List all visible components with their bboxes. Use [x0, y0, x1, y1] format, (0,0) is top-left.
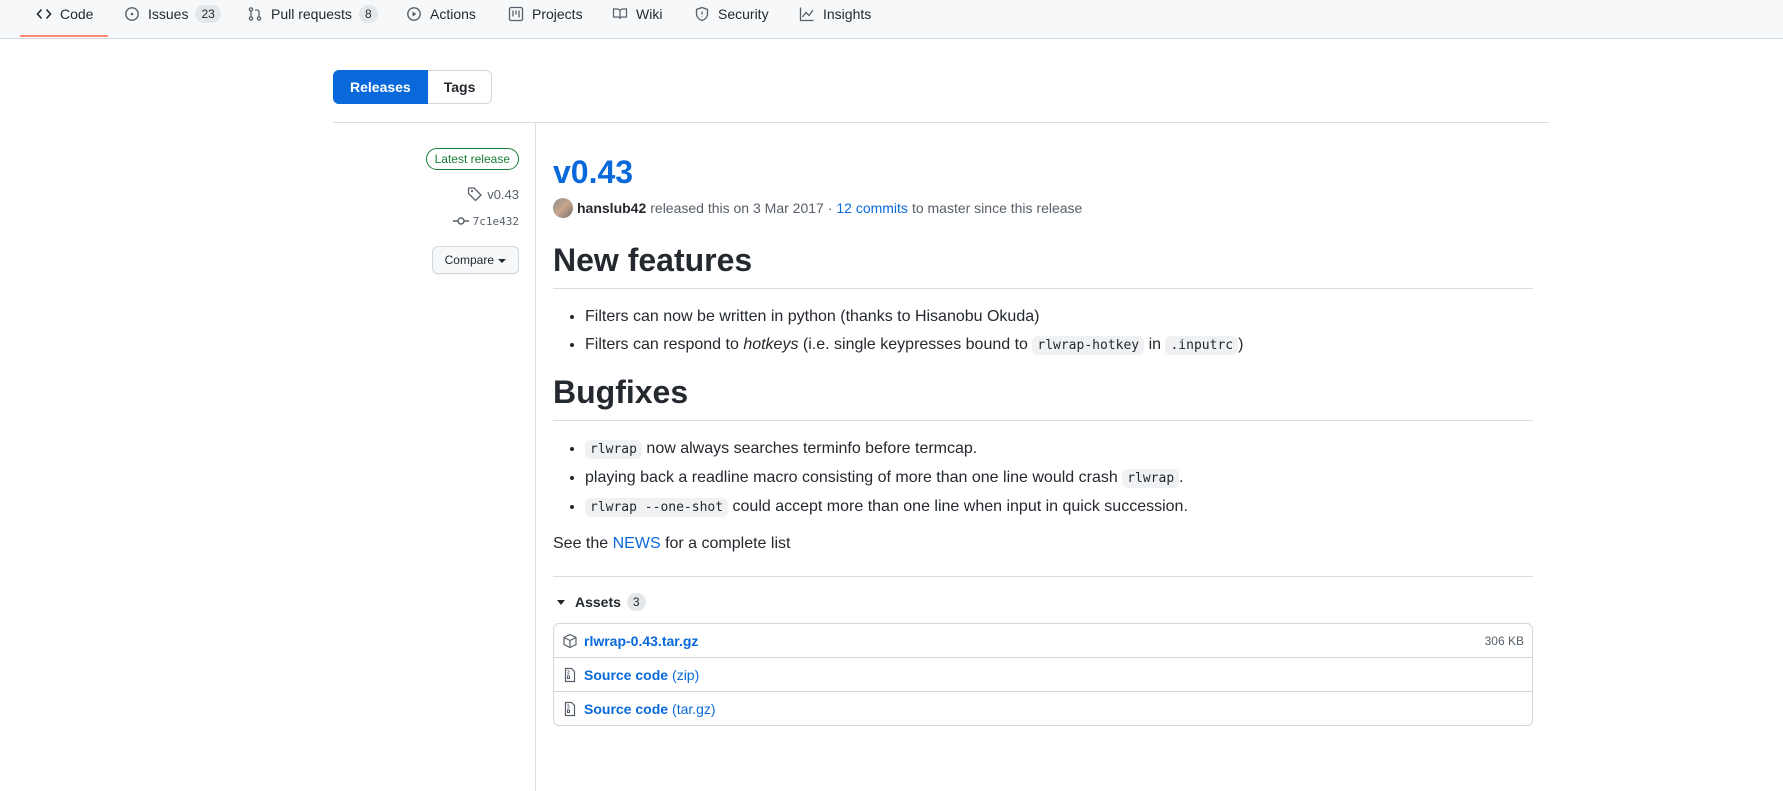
tab-code[interactable]: Code: [36, 0, 93, 28]
releases-subnav: Releases Tags: [333, 70, 493, 104]
repo-nav: Code Issues 23 Pull requests 8 Actions P…: [0, 0, 1783, 39]
play-icon: [406, 6, 422, 22]
releases-button[interactable]: Releases: [333, 70, 428, 104]
caret-down-icon: [498, 258, 506, 263]
release-card: v0.43 hanslub42 released this on 3 Mar 2…: [553, 148, 1533, 726]
asset-ext[interactable]: (tar.gz): [672, 701, 716, 717]
assets-label: Assets: [575, 594, 621, 610]
file-zip-icon: [564, 667, 576, 682]
commit-icon: [452, 217, 469, 225]
asset-link[interactable]: Source code: [584, 701, 668, 717]
tab-projects[interactable]: Projects: [508, 0, 583, 28]
divider: [553, 576, 1533, 577]
latest-release-badge: Latest release: [425, 148, 519, 170]
tab-issues[interactable]: Issues 23: [124, 0, 221, 28]
commit-sha: 7c1e432: [472, 214, 519, 228]
release-title[interactable]: v0.43: [553, 148, 1533, 196]
code-icon: [36, 6, 52, 22]
tab-insights-label: Insights: [823, 6, 872, 22]
assets-list: rlwrap-0.43.tar.gz 306 KB Source code (z…: [553, 623, 1533, 726]
assets-counter: 3: [626, 593, 646, 611]
project-icon: [508, 6, 524, 22]
features-list: Filters can now be written in python (th…: [553, 305, 1533, 358]
feature-text: Filters can now be written in python (th…: [585, 308, 1040, 325]
compare-button[interactable]: Compare: [431, 246, 519, 274]
asset-link[interactable]: rlwrap-0.43.tar.gz: [584, 633, 698, 649]
triangle-down-icon: [557, 599, 565, 605]
see-news-line: See the NEWS for a complete list: [553, 532, 1533, 556]
bugfix-text: .: [1179, 469, 1184, 486]
tag-icon: [468, 187, 483, 202]
avatar[interactable]: [553, 198, 573, 218]
tab-projects-label: Projects: [532, 6, 583, 22]
bugfix-text: could accept more than one line when inp…: [732, 498, 1188, 515]
tag-link[interactable]: v0.43: [467, 186, 519, 202]
list-item: rlwrap --one-shot could accept more than…: [585, 495, 1533, 520]
book-icon: [612, 6, 628, 22]
pull-request-icon: [247, 6, 263, 22]
asset-ext[interactable]: (zip): [672, 667, 699, 683]
tab-wiki[interactable]: Wiki: [612, 0, 662, 28]
bugfixes-list: rlwrap now always searches terminfo befo…: [553, 437, 1533, 520]
list-item: Filters can now be written in python (th…: [585, 305, 1533, 329]
list-item: Filters can respond to hotkeys (i.e. sin…: [585, 333, 1533, 358]
asset-row[interactable]: Source code (tar.gz): [554, 691, 1532, 725]
assets-toggle[interactable]: Assets 3: [553, 593, 1533, 611]
tag-label: v0.43: [487, 186, 519, 202]
commits-suffix: to master since this release: [911, 200, 1083, 216]
bugfix-text: now always searches terminfo before term…: [646, 440, 978, 457]
tab-actions-label: Actions: [430, 6, 476, 22]
bugfix-text: playing back a readline macro consisting…: [585, 469, 1118, 486]
tags-button[interactable]: Tags: [427, 70, 493, 104]
inline-code: rlwrap: [1122, 469, 1180, 488]
see-news-text: See the: [553, 535, 609, 552]
pulls-counter: 8: [358, 5, 378, 23]
author-link[interactable]: hanslub42: [577, 200, 646, 216]
features-heading: New features: [553, 240, 1533, 289]
feature-text: in: [1148, 336, 1162, 353]
inline-code: rlwrap: [585, 440, 642, 459]
inline-code: rlwrap-hotkey: [1032, 336, 1145, 355]
inline-code: rlwrap --one-shot: [585, 498, 729, 517]
feature-text: ): [1238, 336, 1244, 353]
file-zip-icon: [564, 701, 576, 716]
tab-security[interactable]: Security: [694, 0, 769, 28]
selected-tab-underline: [20, 35, 108, 37]
tab-pull-requests-label: Pull requests: [271, 6, 352, 22]
list-item: playing back a readline macro consisting…: [585, 466, 1533, 491]
graph-icon: [799, 6, 815, 22]
tab-issues-label: Issues: [148, 6, 189, 22]
tab-security-label: Security: [718, 6, 769, 22]
list-item: rlwrap now always searches terminfo befo…: [585, 437, 1533, 462]
asset-size: 306 KB: [1484, 633, 1524, 648]
tab-insights[interactable]: Insights: [799, 0, 871, 28]
feature-emphasis: hotkeys: [743, 336, 799, 353]
package-icon: [563, 633, 577, 648]
tab-pull-requests[interactable]: Pull requests 8: [247, 0, 378, 28]
asset-row[interactable]: rlwrap-0.43.tar.gz 306 KB: [554, 624, 1532, 657]
timeline-divider: [535, 122, 536, 791]
feature-text: Filters can respond to: [585, 336, 739, 353]
compare-label: Compare: [444, 253, 494, 267]
issue-icon: [124, 6, 140, 22]
asset-link[interactable]: Source code: [584, 667, 668, 683]
see-news-text: for a complete list: [665, 535, 791, 552]
commits-link[interactable]: 12 commits: [836, 200, 908, 216]
bugfixes-heading: Bugfixes: [553, 372, 1533, 421]
released-text: released this on 3 Mar 2017 ·: [650, 200, 833, 216]
asset-row[interactable]: Source code (zip): [554, 657, 1532, 691]
commit-link[interactable]: 7c1e432: [452, 213, 519, 229]
shield-icon: [694, 6, 710, 22]
divider: [333, 122, 1549, 123]
release-byline: hanslub42 released this on 3 Mar 2017 · …: [553, 198, 1533, 218]
feature-text: (i.e. single keypresses bound to: [802, 336, 1028, 353]
inline-code: .inputrc: [1165, 336, 1239, 355]
tab-actions[interactable]: Actions: [406, 0, 476, 28]
tab-wiki-label: Wiki: [636, 6, 663, 22]
tab-code-label: Code: [60, 6, 94, 22]
news-link[interactable]: NEWS: [613, 535, 661, 552]
issues-counter: 23: [195, 5, 221, 23]
